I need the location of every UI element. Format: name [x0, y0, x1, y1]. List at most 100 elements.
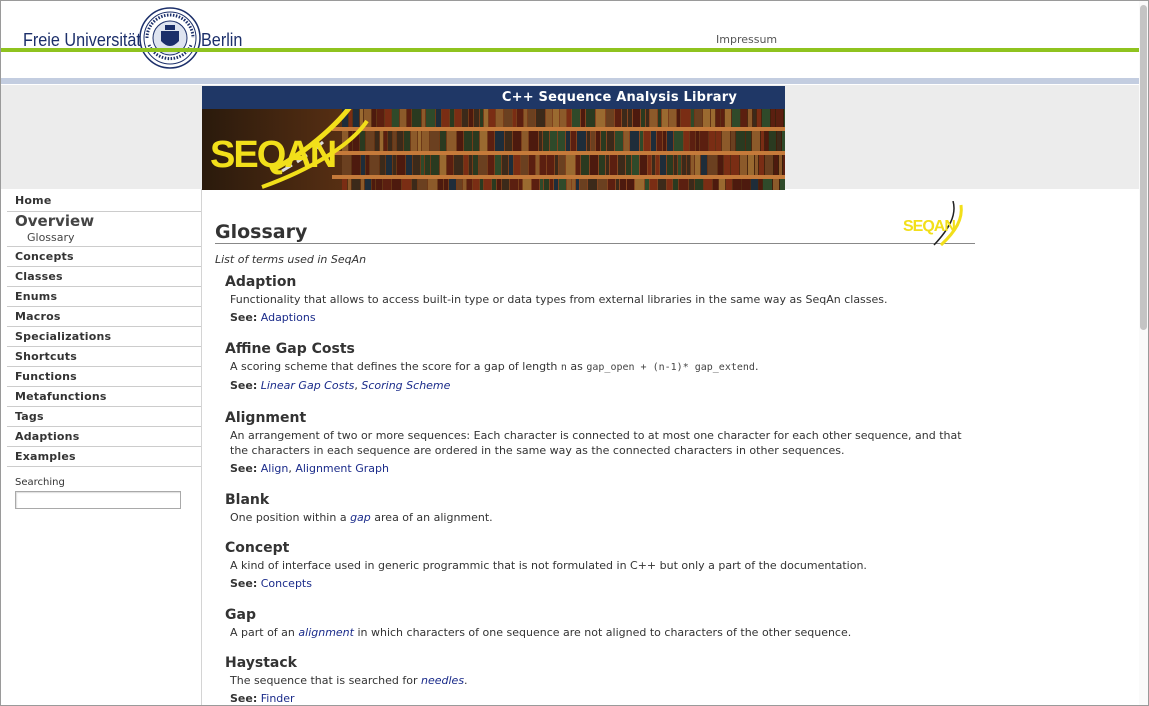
- university-seal-icon[interactable]: [139, 7, 201, 69]
- book-spine: [532, 179, 539, 190]
- book-spine: [428, 179, 437, 190]
- see-also-link[interactable]: Linear Gap Costs: [261, 379, 355, 392]
- book-spine: [555, 155, 558, 175]
- book-spine: [759, 179, 762, 190]
- book-spine: [742, 179, 750, 190]
- book-spine: [748, 109, 752, 127]
- book-spine: [558, 131, 565, 151]
- book-spine: [678, 155, 681, 175]
- book-spine: [630, 131, 639, 151]
- sidebar-overview-heading[interactable]: Overview: [15, 212, 94, 230]
- sidebar-item-home[interactable]: Home: [7, 189, 201, 212]
- book-spine: [366, 131, 374, 151]
- see-also-link[interactable]: Alignment Graph: [295, 462, 389, 475]
- book-spine: [489, 109, 495, 127]
- sidebar-item-label: Metafunctions: [15, 390, 107, 403]
- sidebar-item-concepts[interactable]: Concepts: [7, 247, 201, 267]
- see-also-link[interactable]: Adaptions: [261, 311, 316, 324]
- vertical-scrollbar[interactable]: [1139, 1, 1148, 705]
- sidebar-nav: Home Overview Glossary Concepts Classes En…: [7, 189, 201, 705]
- book-spine: [407, 109, 411, 127]
- sidebar-item-label: Concepts: [15, 250, 74, 263]
- book-spine: [422, 109, 425, 127]
- book-spine: [761, 131, 764, 151]
- book-spine: [440, 155, 446, 175]
- book-spine: [615, 131, 623, 151]
- book-spine: [480, 109, 483, 127]
- book-spine: [718, 155, 723, 175]
- glossary-definition: An arrangement of two or more sequences:…: [230, 429, 962, 457]
- glossary-definition: One position within a gap area of an ali…: [230, 510, 975, 525]
- glossary-definition: The sequence that is searched for needle…: [230, 673, 975, 688]
- search-input[interactable]: [15, 491, 181, 509]
- book-spine: [480, 131, 487, 151]
- sidebar-item-classes[interactable]: Classes: [7, 267, 201, 287]
- see-also-link[interactable]: Align: [261, 462, 289, 475]
- sidebar-item-shortcuts[interactable]: Shortcuts: [7, 347, 201, 367]
- impressum-link[interactable]: Impressum: [716, 33, 777, 46]
- book-spine: [753, 109, 756, 127]
- book-spine: [733, 179, 741, 190]
- book-spine: [513, 131, 521, 151]
- sidebar-item-enums[interactable]: Enums: [7, 287, 201, 307]
- book-spine: [572, 179, 575, 190]
- sidebar-item-functions[interactable]: Functions: [7, 367, 201, 387]
- book-spine: [431, 155, 439, 175]
- book-spine: [519, 179, 522, 190]
- definition-text: A scoring scheme that defines the score …: [230, 360, 561, 373]
- book-spine: [436, 109, 441, 127]
- sidebar-item-macros[interactable]: Macros: [7, 307, 201, 327]
- sidebar-item-glossary[interactable]: Glossary: [27, 231, 75, 244]
- book-spine: [560, 109, 566, 127]
- book-spine: [684, 131, 689, 151]
- definition-text: A part of an: [230, 626, 299, 639]
- book-spine: [618, 155, 625, 175]
- glossary-entry: Adaption Functionality that allows to acc…: [225, 273, 975, 325]
- see-also-link[interactable]: Finder: [261, 692, 295, 705]
- sidebar-item-examples[interactable]: Examples: [7, 447, 201, 467]
- see-also-link[interactable]: Concepts: [261, 577, 312, 590]
- code-snippet: gap_open + (n-1)* gap_extend: [586, 362, 755, 373]
- sidebar-item-metafunctions[interactable]: Metafunctions: [7, 387, 201, 407]
- book-spine: [360, 131, 365, 151]
- glossary-crossref-link[interactable]: needles: [421, 674, 464, 687]
- book-spine: [588, 179, 597, 190]
- see-also-link[interactable]: Scoring Scheme: [361, 379, 450, 392]
- sidebar-item-adaptions[interactable]: Adaptions: [7, 427, 201, 447]
- book-spine: [731, 131, 735, 151]
- sidebar-item-label: Shortcuts: [15, 350, 77, 363]
- sidebar-item-tags[interactable]: Tags: [7, 407, 201, 427]
- book-spine: [386, 155, 392, 175]
- scrollbar-thumb[interactable]: [1140, 5, 1147, 330]
- book-spine: [438, 179, 443, 190]
- glossary-definition: A scoring scheme that defines the score …: [230, 359, 975, 375]
- book-spine: [696, 131, 699, 151]
- book-spine: [576, 179, 579, 190]
- book-spine: [504, 109, 512, 127]
- book-spine: [691, 109, 694, 127]
- sidebar-item-specializations[interactable]: Specializations: [7, 327, 201, 347]
- page-subtitle: List of terms used in SeqAn: [215, 253, 367, 266]
- book-spine: [640, 131, 643, 151]
- book-spine: [474, 109, 479, 127]
- book-spine: [442, 109, 449, 127]
- book-spine: [462, 109, 468, 127]
- glossary-crossref-link[interactable]: gap: [350, 511, 371, 524]
- book-spine: [464, 131, 472, 151]
- browser-page: Freie Universität Berlin Impressum C++ S…: [0, 0, 1149, 706]
- glossary-term: Affine Gap Costs: [225, 341, 355, 357]
- book-spine: [598, 179, 607, 190]
- book-spine: [540, 155, 546, 175]
- glossary-crossref-link[interactable]: alignment: [298, 626, 354, 639]
- book-spine: [559, 179, 566, 190]
- book-spine: [740, 155, 747, 175]
- definition-text: The sequence that is searched for: [230, 674, 421, 687]
- book-spine: [701, 155, 707, 175]
- glossary-definition: A kind of interface used in generic prog…: [230, 559, 867, 572]
- book-spine: [422, 131, 429, 151]
- glossary-entry: Affine Gap Costs A scoring scheme that de…: [225, 340, 975, 393]
- book-spine: [375, 131, 379, 151]
- book-spine: [469, 155, 472, 175]
- sidebar-item-label: Tags: [15, 410, 44, 423]
- book-spine: [719, 179, 725, 190]
